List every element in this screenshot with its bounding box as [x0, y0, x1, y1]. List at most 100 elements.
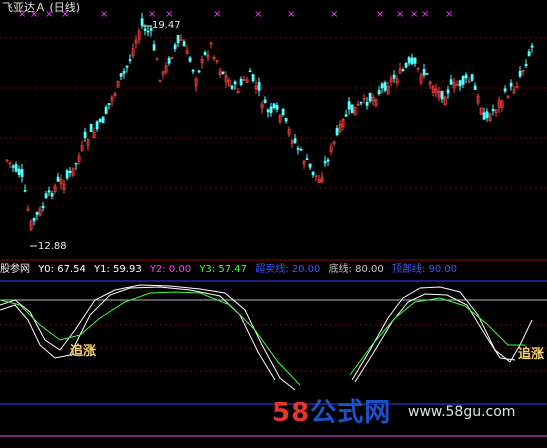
indicator-values-row: 股参网 Y0: 67.54 Y1: 59.93 Y2: 0.00 Y3: 57.… — [0, 264, 462, 276]
candle-body — [41, 205, 45, 208]
candle-body — [527, 51, 531, 56]
value-bottom: 底线: 80.00 — [328, 264, 384, 275]
candle-body — [122, 70, 126, 74]
signal-marker: × — [421, 9, 430, 20]
candle-body — [305, 158, 309, 160]
watermark-url: www.58gu.com — [408, 404, 516, 420]
candle-body — [50, 193, 54, 197]
candle-body — [293, 138, 297, 143]
candle-body — [413, 57, 417, 64]
candle-body — [464, 74, 468, 79]
candle-body — [344, 114, 348, 117]
value-top: 顶部线: 90.00 — [391, 264, 458, 275]
candle-body — [107, 103, 111, 106]
candle-body — [233, 81, 237, 85]
candle-body — [491, 109, 495, 112]
candle-body — [326, 159, 330, 162]
y3-line — [349, 297, 525, 376]
candle-body — [518, 70, 522, 77]
candle-body — [68, 170, 72, 174]
candle-body — [473, 85, 477, 90]
signal-marker: × — [410, 9, 419, 20]
candle-body — [140, 18, 144, 26]
signal-marker: × — [376, 9, 385, 20]
candle-body — [524, 63, 528, 67]
candle-body — [485, 111, 489, 119]
candle-body — [182, 41, 186, 47]
candle-body — [377, 90, 381, 95]
candle-body — [23, 190, 27, 192]
candle-body — [308, 163, 312, 168]
y0-line — [351, 286, 533, 381]
chase-signal-label: 追涨 — [70, 344, 97, 359]
signal-marker: × — [330, 9, 339, 20]
candle-body — [251, 74, 255, 82]
value-y0: Y0: 67.54 — [38, 264, 86, 275]
signal-marker: × — [45, 9, 54, 20]
signal-marker: × — [287, 9, 296, 20]
value-y1: Y1: 59.93 — [94, 264, 142, 275]
signal-marker: × — [254, 9, 263, 20]
candle-body — [347, 101, 351, 110]
candle-body — [323, 160, 327, 164]
watermark-logo: 58公式网 — [272, 398, 392, 428]
candle-body — [449, 79, 453, 85]
candle-body — [221, 71, 225, 75]
candle-body — [350, 104, 354, 113]
candle-body — [503, 88, 507, 92]
candle-body — [299, 149, 303, 151]
candle-body — [440, 90, 444, 100]
candle-body — [269, 106, 273, 113]
signal-marker: × — [61, 9, 70, 20]
candle-body — [47, 190, 51, 193]
candle-body — [296, 148, 300, 150]
candle-body — [383, 82, 387, 91]
candle-body — [365, 102, 369, 106]
candle-body — [20, 169, 24, 178]
candle-body — [281, 108, 285, 116]
y1-line — [354, 293, 516, 383]
candle-body — [56, 176, 60, 182]
candle-body — [404, 63, 408, 68]
candle-body — [167, 57, 171, 64]
signal-marker: × — [213, 9, 222, 20]
signal-marker: × — [165, 9, 174, 20]
candle-body — [263, 99, 267, 104]
candle-body — [35, 211, 39, 215]
candle-body — [203, 52, 207, 56]
candle-body — [401, 69, 405, 72]
candle-body — [197, 70, 201, 73]
candle-body — [359, 101, 363, 104]
candle-body — [368, 92, 372, 102]
candle-body — [410, 57, 414, 65]
candle-body — [143, 28, 147, 31]
signal-marker: × — [30, 9, 39, 20]
signal-marker: × — [396, 9, 405, 20]
chart-canvas[interactable] — [0, 0, 547, 444]
candle-body — [248, 70, 252, 73]
candle-body — [173, 44, 177, 50]
value-y3: Y3: 57.47 — [199, 264, 248, 275]
high-price-label: 19.47 — [152, 20, 181, 31]
chart-window[interactable] — [0, 0, 547, 444]
candle-body — [176, 34, 180, 44]
low-price-label: 12.88 — [38, 241, 67, 252]
candle-body — [266, 109, 270, 113]
candle-body — [74, 162, 78, 165]
candle-body — [272, 103, 276, 109]
candle-body — [65, 170, 69, 179]
candle-body — [530, 45, 534, 48]
candle-body — [239, 78, 243, 85]
candle-body — [422, 69, 426, 76]
candle-body — [392, 74, 396, 79]
candle-body — [119, 73, 123, 77]
candle-body — [17, 168, 21, 175]
value-y2: Y2: 0.00 — [149, 264, 192, 275]
candle-body — [146, 30, 150, 33]
indicator-name: 股参网 — [0, 264, 30, 275]
candle-body — [257, 82, 261, 91]
candle-body — [470, 74, 474, 81]
candle-body — [14, 164, 18, 172]
candle-body — [128, 59, 132, 61]
candle-body — [188, 57, 192, 62]
